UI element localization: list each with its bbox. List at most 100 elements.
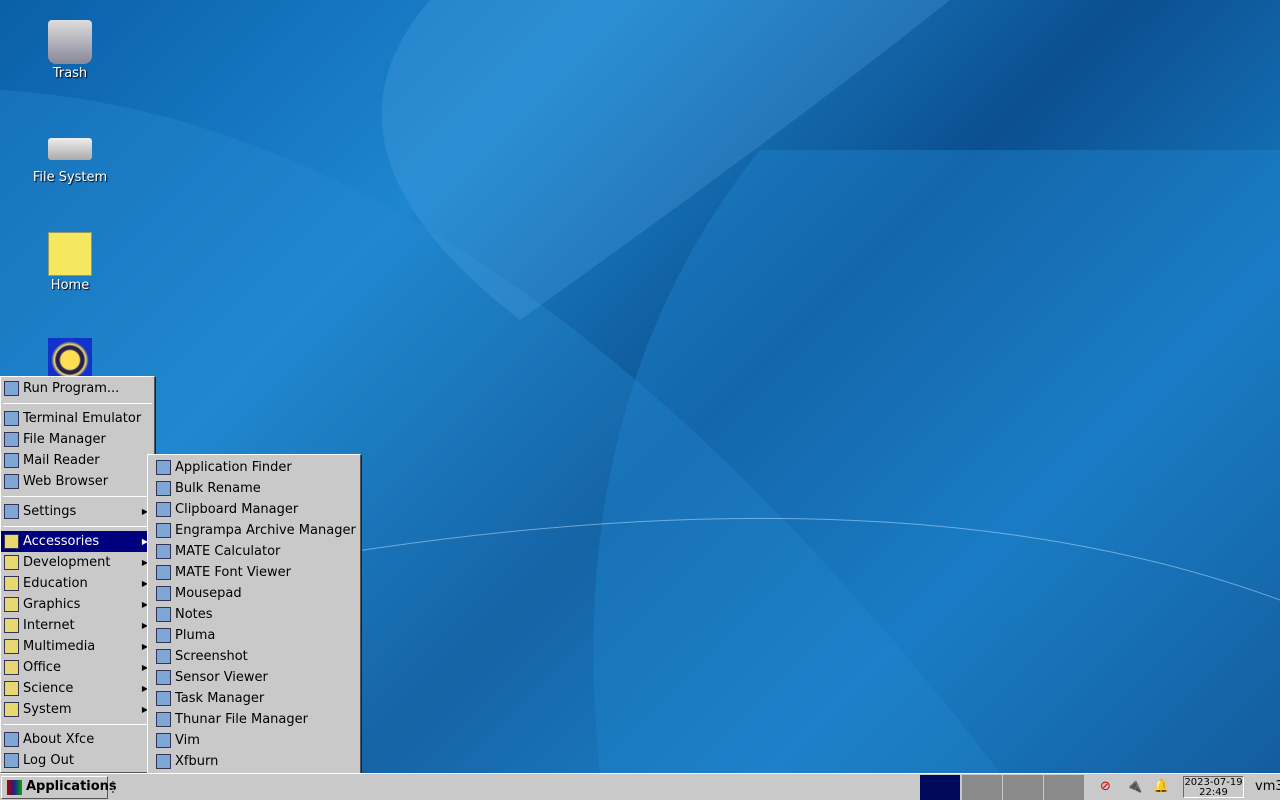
menu-item-label: File Manager — [23, 432, 106, 447]
submenu-item-sensor-viewer[interactable]: Sensor Viewer — [153, 667, 360, 688]
folder-icon — [4, 681, 19, 696]
desktop-icon-trash[interactable]: Trash — [20, 20, 120, 81]
app-icon — [156, 754, 171, 769]
menu-item-label: Web Browser — [23, 474, 109, 489]
menu-item-label: Vim — [175, 733, 200, 748]
menu-item-about-xfce[interactable]: About Xfce — [1, 729, 154, 750]
menu-item-file-manager[interactable]: File Manager — [1, 429, 154, 450]
desktop-icon-file-system[interactable]: File System — [20, 126, 120, 185]
terminal-icon — [4, 411, 19, 426]
menu-item-label: Settings — [23, 504, 77, 519]
workspace-3-button[interactable] — [1003, 775, 1043, 800]
submenu-item-application-finder[interactable]: Application Finder — [153, 457, 360, 478]
submenu-item-mate-calculator[interactable]: MATE Calculator — [153, 541, 360, 562]
smiley-icon — [4, 732, 19, 747]
desktop-icon-home[interactable]: Home — [20, 232, 120, 293]
submenu-item-vim[interactable]: Vim — [153, 730, 360, 751]
accessories-submenu: Application Finder Bulk Rename Clipboard M… — [147, 454, 361, 777]
menu-separator — [3, 496, 152, 497]
menu-item-web-browser[interactable]: Web Browser — [1, 471, 154, 492]
desktop-icon-label: File System — [32, 170, 108, 185]
menu-item-development[interactable]: Development ▶ — [1, 552, 154, 573]
logout-icon — [4, 753, 19, 768]
menu-item-label: Multimedia — [23, 639, 96, 654]
app-icon — [156, 670, 171, 685]
notification-bell-icon[interactable]: 🔔 — [1153, 779, 1169, 794]
file-manager-icon — [4, 432, 19, 447]
workspace-4-button[interactable] — [1044, 775, 1084, 800]
menu-separator — [3, 724, 152, 725]
menu-item-label: Internet — [23, 618, 75, 633]
menu-item-label: Engrampa Archive Manager — [175, 523, 356, 538]
submenu-item-mate-font-viewer[interactable]: MATE Font Viewer — [153, 562, 360, 583]
app-icon — [156, 691, 171, 706]
menu-item-internet[interactable]: Internet ▶ — [1, 615, 154, 636]
menu-item-label: Screenshot — [175, 649, 248, 664]
menu-separator — [3, 403, 152, 404]
menu-item-system[interactable]: System ▶ — [1, 699, 154, 720]
app-icon — [156, 586, 171, 601]
app-icon — [156, 733, 171, 748]
menu-item-label: Application Finder — [175, 460, 292, 475]
menu-item-label: Education — [23, 576, 88, 591]
folder-icon — [4, 639, 19, 654]
folder-icon — [4, 660, 19, 675]
workspace-1-button[interactable] — [920, 775, 960, 800]
submenu-item-thunar-file-manager[interactable]: Thunar File Manager — [153, 709, 360, 730]
submenu-item-xfburn[interactable]: Xfburn — [153, 751, 360, 772]
desktop-icon-label: Trash — [52, 66, 88, 81]
mail-icon — [4, 453, 19, 468]
workspace-2-button[interactable] — [962, 775, 1002, 800]
menu-item-label: Office — [23, 660, 61, 675]
drive-icon — [48, 138, 92, 160]
menu-item-settings[interactable]: Settings ▶ — [1, 501, 154, 522]
menu-item-graphics[interactable]: Graphics ▶ — [1, 594, 154, 615]
menu-item-science[interactable]: Science ▶ — [1, 678, 154, 699]
folder-icon — [4, 618, 19, 633]
menu-item-multimedia[interactable]: Multimedia ▶ — [1, 636, 154, 657]
network-disconnected-icon[interactable]: ⊘ — [1100, 779, 1111, 794]
submenu-item-screenshot[interactable]: Screenshot — [153, 646, 360, 667]
menu-item-label: Mail Reader — [23, 453, 100, 468]
app-icon — [156, 565, 171, 580]
menu-item-label: Bulk Rename — [175, 481, 261, 496]
app-icon — [156, 628, 171, 643]
menu-item-label: Notes — [175, 607, 213, 622]
menu-item-office[interactable]: Office ▶ — [1, 657, 154, 678]
submenu-item-clipboard-manager[interactable]: Clipboard Manager — [153, 499, 360, 520]
menu-item-education[interactable]: Education ▶ — [1, 573, 154, 594]
submenu-item-notes[interactable]: Notes — [153, 604, 360, 625]
submenu-item-mousepad[interactable]: Mousepad — [153, 583, 360, 604]
menu-item-log-out[interactable]: Log Out — [1, 750, 154, 771]
submenu-item-task-manager[interactable]: Task Manager — [153, 688, 360, 709]
folder-icon — [4, 534, 19, 549]
app-icon — [156, 607, 171, 622]
submenu-item-bulk-rename[interactable]: Bulk Rename — [153, 478, 360, 499]
menu-item-label: MATE Calculator — [175, 544, 281, 559]
menu-item-label: Mousepad — [175, 586, 242, 601]
menu-item-label: Accessories — [23, 534, 100, 549]
submenu-item-engrampa-archive-manager[interactable]: Engrampa Archive Manager — [153, 520, 360, 541]
menu-item-accessories[interactable]: Accessories ▶ — [1, 531, 154, 552]
folder-icon — [4, 555, 19, 570]
menu-item-label: Graphics — [23, 597, 81, 612]
menu-item-label: Development — [23, 555, 111, 570]
applications-button[interactable]: Applications — [1, 776, 117, 799]
settings-icon — [4, 504, 19, 519]
menu-item-terminal-emulator[interactable]: Terminal Emulator — [1, 408, 154, 429]
menu-item-label: Clipboard Manager — [175, 502, 299, 517]
menu-item-mail-reader[interactable]: Mail Reader — [1, 450, 154, 471]
submenu-item-pluma[interactable]: Pluma — [153, 625, 360, 646]
power-manager-icon[interactable]: 🔌 — [1126, 779, 1142, 794]
clock[interactable]: 2023-07-19 22:49 — [1183, 776, 1244, 798]
globe-icon — [4, 474, 19, 489]
app-icon — [156, 523, 171, 538]
panel-handle[interactable] — [112, 781, 115, 793]
menu-item-label: Terminal Emulator — [23, 411, 142, 426]
taskbar: Applications ⊘ 🔌 🔔 2023-07-19 22:49 vm3 — [0, 773, 1280, 800]
desktop-icon-label: Home — [50, 278, 90, 293]
menu-item-label: Log Out — [23, 753, 74, 768]
menu-item-run-program[interactable]: Run Program... — [1, 378, 154, 399]
applications-menu: Run Program... Terminal Emulator File Mana… — [0, 376, 155, 773]
app-icon — [156, 649, 171, 664]
